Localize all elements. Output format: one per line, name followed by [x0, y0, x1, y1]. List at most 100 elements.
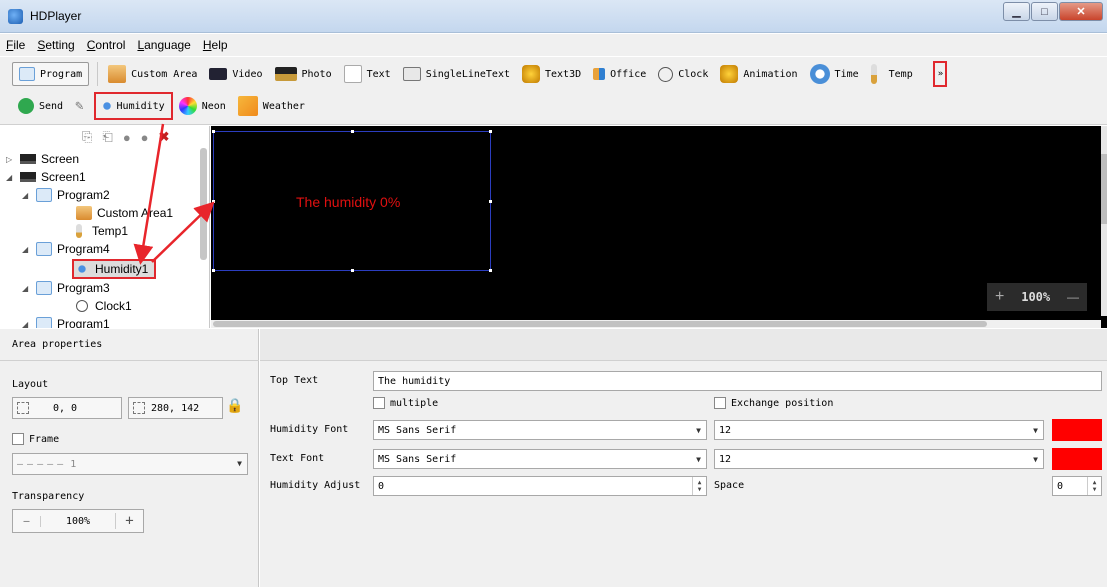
send-icon — [18, 98, 34, 114]
program-icon — [19, 67, 35, 81]
lock-icon[interactable]: 🔒 — [226, 398, 243, 414]
humidity-properties-panel: Top Text The humidity multiple Exchange … — [260, 329, 1107, 587]
clock-icon — [658, 66, 674, 82]
frame-style-select[interactable]: — — — — — 1 ▼ — [12, 453, 248, 475]
spinner-arrows-icon[interactable]: ▲ ▼ — [692, 477, 706, 495]
close-button[interactable]: ✕ — [1059, 2, 1103, 21]
canvas-horizontal-scrollbar[interactable] — [211, 320, 1101, 328]
spinner-arrows-icon[interactable]: ▲ ▼ — [1087, 477, 1101, 495]
text3d-button[interactable]: Text3D — [516, 62, 587, 86]
animation-icon — [720, 65, 739, 83]
neon-icon — [178, 97, 197, 115]
toolbar: Program Custom Area Video Photo Text Sin… — [0, 57, 1107, 125]
tree-item-program3[interactable]: ◢ Program3 — [22, 279, 110, 297]
app-icon — [8, 9, 23, 24]
single-line-text-button[interactable]: SingleLineText — [397, 62, 516, 86]
neon-button[interactable]: Neon — [173, 94, 232, 118]
transparency-stepper[interactable]: — 100% + — [12, 509, 144, 533]
top-text-input[interactable]: The humidity — [373, 371, 1102, 391]
frame-checkbox[interactable]: Frame — [12, 433, 59, 445]
tree-item-program2[interactable]: ◢ Program2 — [22, 186, 110, 204]
minimize-button[interactable]: ▁ — [1003, 2, 1030, 21]
text-font-select[interactable]: MS Sans Serif ▼ — [373, 449, 707, 469]
humidity-adjust-spinbox[interactable]: 0 ▲ ▼ — [373, 476, 707, 496]
thermometer-icon — [870, 64, 877, 84]
paste-icon[interactable]: ⎗ — [102, 129, 112, 145]
custom-area-icon — [108, 65, 127, 83]
multiple-checkbox[interactable]: multiple — [373, 397, 438, 409]
program-icon — [36, 242, 52, 256]
menu-language[interactable]: Language — [137, 38, 190, 52]
humidity-button[interactable]: Humidity — [93, 92, 173, 120]
layout-label: Layout — [12, 379, 49, 390]
preview-canvas[interactable]: The humidity 0% + 100% — — [211, 126, 1107, 328]
clock-button[interactable]: Clock — [652, 62, 714, 86]
tree-item-screen1[interactable]: ◢ Screen1 — [6, 168, 86, 186]
move-down-icon[interactable]: ● — [141, 130, 149, 145]
toolbar-overflow-button[interactable]: » — [932, 61, 947, 87]
window-title: HDPlayer — [30, 9, 82, 23]
program-button[interactable]: Program — [12, 62, 90, 86]
text-color-swatch[interactable] — [1052, 448, 1102, 470]
thermometer-icon — [76, 224, 82, 238]
send-button[interactable]: Send — [12, 94, 69, 118]
pin-icon[interactable]: ✎ — [69, 94, 89, 118]
humidity-icon — [101, 100, 112, 112]
maximize-button[interactable]: □ — [1031, 2, 1058, 21]
tree-item-clock1[interactable]: Clock1 — [52, 297, 132, 315]
menu-file[interactable]: File — [6, 38, 25, 52]
program-tree-panel: ⎘ ⎗ ● ● ✖ ▷ Screen ◢ Screen1 ◢ Program2 … — [0, 126, 210, 328]
weather-icon — [237, 96, 258, 116]
tree-item-temp1[interactable]: Temp1 — [52, 222, 128, 240]
temp-button[interactable]: Temp — [865, 62, 919, 86]
program-icon — [36, 317, 52, 328]
humidity-adjust-label: Humidity Adjust — [270, 480, 361, 491]
menu-help[interactable]: Help — [203, 38, 228, 52]
zoom-level: 100% — [1021, 290, 1051, 304]
animation-button[interactable]: Animation — [714, 62, 803, 86]
position-icon — [17, 402, 29, 414]
exchange-position-checkbox[interactable]: Exchange position — [714, 397, 833, 409]
time-icon — [809, 64, 830, 84]
tree-item-humidity1[interactable]: Humidity1 — [72, 259, 157, 279]
tree-item-custom-area1[interactable]: Custom Area1 — [52, 204, 173, 222]
menu-setting[interactable]: Setting — [37, 38, 74, 52]
video-button[interactable]: Video — [203, 62, 268, 86]
top-text-label: Top Text — [270, 375, 319, 386]
transparency-minus-button[interactable]: — — [13, 515, 41, 527]
humidity-font-size-select[interactable]: 12 ▼ — [714, 420, 1044, 440]
tree-item-program4[interactable]: ◢ Program4 — [22, 240, 110, 258]
humidity-color-swatch[interactable] — [1052, 419, 1102, 441]
transparency-plus-button[interactable]: + — [115, 513, 143, 529]
weather-button[interactable]: Weather — [232, 94, 311, 118]
tree-item-screen[interactable]: ▷ Screen — [6, 150, 79, 168]
humidity-preview-text: The humidity 0% — [296, 194, 401, 210]
time-button[interactable]: Time — [804, 62, 865, 86]
text-button[interactable]: Text — [338, 62, 397, 86]
delete-icon[interactable]: ✖ — [159, 129, 170, 145]
text-font-size-select[interactable]: 12 ▼ — [714, 449, 1044, 469]
canvas-vertical-scrollbar[interactable] — [1101, 126, 1107, 316]
chevron-down-icon: ▼ — [237, 459, 242, 468]
position-field[interactable]: 0, 0 — [12, 397, 122, 419]
size-field[interactable]: 280, 142 — [128, 397, 223, 419]
area-properties-header: Area properties — [0, 329, 259, 361]
zoom-out-button[interactable]: — — [1067, 290, 1079, 304]
custom-area-button[interactable]: Custom Area — [102, 62, 203, 86]
size-icon — [133, 402, 145, 414]
move-up-icon[interactable]: ● — [123, 130, 131, 145]
menu-control[interactable]: Control — [87, 38, 126, 52]
tree-scrollbar[interactable] — [200, 148, 207, 260]
humidity-font-select[interactable]: MS Sans Serif ▼ — [373, 420, 707, 440]
photo-button[interactable]: Photo — [269, 62, 338, 86]
office-button[interactable]: Office — [587, 62, 652, 86]
tree-item-program1[interactable]: ◢ Program1 — [22, 315, 110, 328]
zoom-in-button[interactable]: + — [995, 288, 1004, 306]
space-label: Space — [714, 480, 745, 491]
menu-bar: File Setting Control Language Help — [0, 34, 1107, 56]
copy-icon[interactable]: ⎘ — [82, 129, 92, 145]
humidity-area[interactable]: The humidity 0% — [212, 130, 492, 272]
screen-icon — [20, 154, 36, 164]
chevron-down-icon: ▼ — [1033, 455, 1038, 464]
space-spinbox[interactable]: 0 ▲ ▼ — [1052, 476, 1102, 496]
